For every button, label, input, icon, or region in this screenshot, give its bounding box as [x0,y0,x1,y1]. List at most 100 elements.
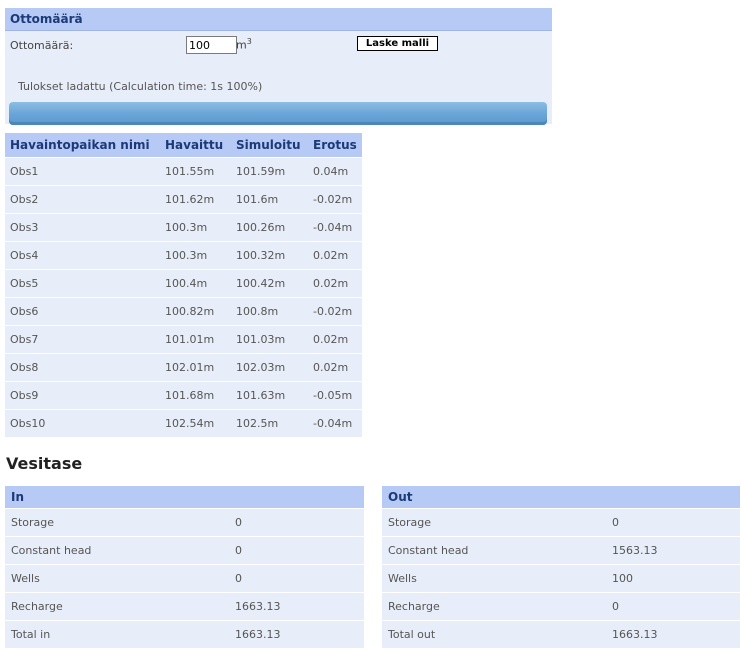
cell-value: 0 [606,592,740,621]
cell-observed: 101.01m [160,325,231,354]
balance-in-body: Storage 0 Constant head 0 Wells 0 Recharge 1663… [5,508,364,648]
cell-term: Recharge [5,592,229,621]
cell-simulated: 102.5m [231,409,308,437]
cell-difference: -0.02m [308,297,362,326]
cell-simulated: 101.59m [231,157,308,186]
table-row: Obs2 101.62m 101.6m -0.02m [5,185,362,214]
cell-term: Total in [5,620,229,648]
cell-value: 1663.13 [229,620,364,648]
unit-base: m [236,38,247,52]
withdrawal-label: Ottomäärä: [10,39,74,52]
calculate-model-button[interactable]: Laske malli [357,36,438,51]
cell-observed: 100.3m [160,213,231,242]
table-row: Obs8 102.01m 102.03m 0.02m [5,353,362,382]
cell-site-name: Obs1 [5,157,160,186]
cell-value: 100 [606,564,740,593]
cell-difference: 0.04m [308,157,362,186]
balance-out-table: Out Storage 0 Constant head 1563.13 Wells 100… [382,486,740,648]
table-row: Obs10 102.54m 102.5m -0.04m [5,409,362,437]
cell-term: Recharge [382,592,606,621]
cell-difference: 0.02m [308,353,362,382]
withdrawal-row: Ottomäärä: m3 Laske malli [5,31,552,57]
cell-value: 0 [229,564,364,593]
cell-value: 0 [606,508,740,537]
table-row: Total out 1663.13 [382,620,740,648]
table-row: Storage 0 [5,508,364,537]
cell-difference: 0.02m [308,241,362,270]
unit-label: m3 [236,37,252,52]
cell-term: Storage [5,508,229,537]
unit-exponent: 3 [246,37,252,46]
table-row: Obs5 100.4m 100.42m 0.02m [5,269,362,298]
table-row: Obs4 100.3m 100.32m 0.02m [5,241,362,270]
table-row: Total in 1663.13 [5,620,364,648]
balance-in-header-row: In [5,486,364,509]
balance-in-header: In [5,486,364,509]
cell-observed: 101.55m [160,157,231,186]
cell-site-name: Obs7 [5,325,160,354]
cell-observed: 102.01m [160,353,231,382]
balance-out-body: Storage 0 Constant head 1563.13 Wells 100 Rech… [382,508,740,648]
cell-difference: -0.04m [308,213,362,242]
cell-site-name: Obs6 [5,297,160,326]
cell-simulated: 102.03m [231,353,308,382]
cell-site-name: Obs10 [5,409,160,437]
progress-bar [9,102,547,125]
cell-simulated: 101.6m [231,185,308,214]
table-row: Wells 100 [382,564,740,593]
cell-site-name: Obs3 [5,213,160,242]
table-row: Recharge 0 [382,592,740,621]
cell-difference: -0.05m [308,381,362,410]
table-row: Obs1 101.55m 101.59m 0.04m [5,157,362,186]
cell-observed: 101.68m [160,381,231,410]
cell-simulated: 100.42m [231,269,308,298]
balance-out-header-row: Out [382,486,740,509]
cell-simulated: 100.8m [231,297,308,326]
cell-observed: 102.54m [160,409,231,437]
col-header-site-name: Havaintopaikan nimi [5,133,160,158]
table-row: Obs3 100.3m 100.26m -0.04m [5,213,362,242]
table-row: Obs6 100.82m 100.8m -0.02m [5,297,362,326]
table-row: Storage 0 [382,508,740,537]
water-balance-title: Vesitase [6,454,83,473]
cell-difference: -0.02m [308,185,362,214]
cell-observed: 101.62m [160,185,231,214]
cell-value: 0 [229,508,364,537]
cell-term: Storage [382,508,606,537]
table-row: Obs9 101.68m 101.63m -0.05m [5,381,362,410]
cell-site-name: Obs5 [5,269,160,298]
table-row: Constant head 0 [5,536,364,565]
col-header-difference: Erotus [308,133,362,158]
table-row: Obs7 101.01m 101.03m 0.02m [5,325,362,354]
cell-difference: 0.02m [308,269,362,298]
withdrawal-amount-input[interactable] [186,36,237,54]
cell-observed: 100.4m [160,269,231,298]
observation-header-row: Havaintopaikan nimi Havaittu Simuloitu E… [5,133,362,158]
col-header-simulated: Simuloitu [231,133,308,158]
cell-term: Constant head [5,536,229,565]
cell-value: 1563.13 [606,536,740,565]
withdrawal-panel: Ottomäärä Ottomäärä: m3 Laske malli Tulo… [5,8,552,125]
withdrawal-panel-title: Ottomäärä [5,8,552,31]
cell-simulated: 100.32m [231,241,308,270]
cell-value: 0 [229,536,364,565]
balance-out-header: Out [382,486,740,509]
cell-site-name: Obs2 [5,185,160,214]
cell-value: 1663.13 [229,592,364,621]
cell-simulated: 100.26m [231,213,308,242]
cell-term: Constant head [382,536,606,565]
cell-term: Total out [382,620,606,648]
cell-site-name: Obs9 [5,381,160,410]
cell-observed: 100.3m [160,241,231,270]
col-header-observed: Havaittu [160,133,231,158]
calculation-status: Tulokset ladattu (Calculation time: 1s 1… [18,80,263,93]
cell-site-name: Obs8 [5,353,160,382]
table-row: Constant head 1563.13 [382,536,740,565]
cell-term: Wells [5,564,229,593]
cell-value: 1663.13 [606,620,740,648]
table-row: Recharge 1663.13 [5,592,364,621]
cell-simulated: 101.63m [231,381,308,410]
cell-observed: 100.82m [160,297,231,326]
cell-term: Wells [382,564,606,593]
cell-difference: -0.04m [308,409,362,437]
